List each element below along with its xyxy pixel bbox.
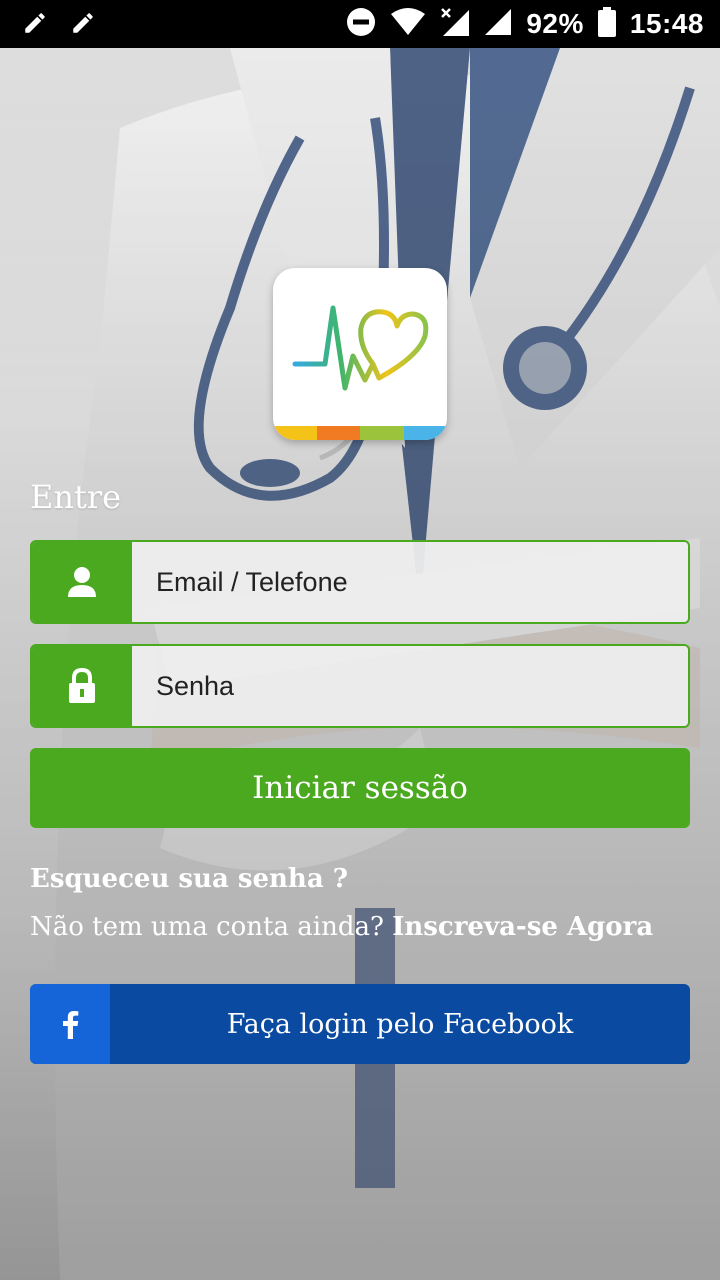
facebook-icon bbox=[63, 1011, 79, 1039]
facebook-login-button[interactable]: Faça login pelo Facebook bbox=[30, 984, 690, 1064]
battery-icon bbox=[597, 6, 616, 42]
page-title: Entre bbox=[30, 478, 122, 516]
signal-icon bbox=[484, 8, 512, 41]
password-field[interactable] bbox=[30, 644, 690, 728]
status-bar: 92% 15:48 bbox=[0, 0, 720, 48]
email-input[interactable] bbox=[132, 542, 688, 622]
do-not-disturb-icon bbox=[346, 7, 376, 42]
user-icon bbox=[68, 567, 96, 597]
lock-icon-box bbox=[32, 646, 132, 726]
heartbeat-icon bbox=[292, 305, 429, 391]
lock-icon bbox=[69, 668, 95, 703]
battery-percent: 92% bbox=[526, 8, 584, 39]
facebook-icon-box bbox=[30, 984, 110, 1064]
clock: 15:48 bbox=[629, 8, 704, 39]
wifi-icon bbox=[390, 7, 426, 41]
facebook-login-label: Faça login pelo Facebook bbox=[226, 1008, 574, 1040]
password-input[interactable] bbox=[132, 646, 688, 726]
signup-line: Não tem uma conta ainda? Inscreva-se Ago… bbox=[30, 912, 653, 942]
app-logo bbox=[273, 268, 447, 440]
email-field[interactable] bbox=[30, 540, 690, 624]
no-account-text: Não tem uma conta ainda? bbox=[30, 912, 384, 942]
signal-no-data-icon bbox=[440, 7, 470, 42]
login-button[interactable]: Iniciar sessão bbox=[30, 748, 690, 828]
edit-icon bbox=[70, 10, 96, 41]
logo-color-strip bbox=[273, 426, 447, 440]
forgot-password-link[interactable]: Esqueceu sua senha ? bbox=[30, 864, 348, 894]
signup-link[interactable]: Inscreva-se Agora bbox=[392, 912, 653, 942]
user-icon-box bbox=[32, 542, 132, 622]
edit-icon bbox=[22, 10, 48, 41]
